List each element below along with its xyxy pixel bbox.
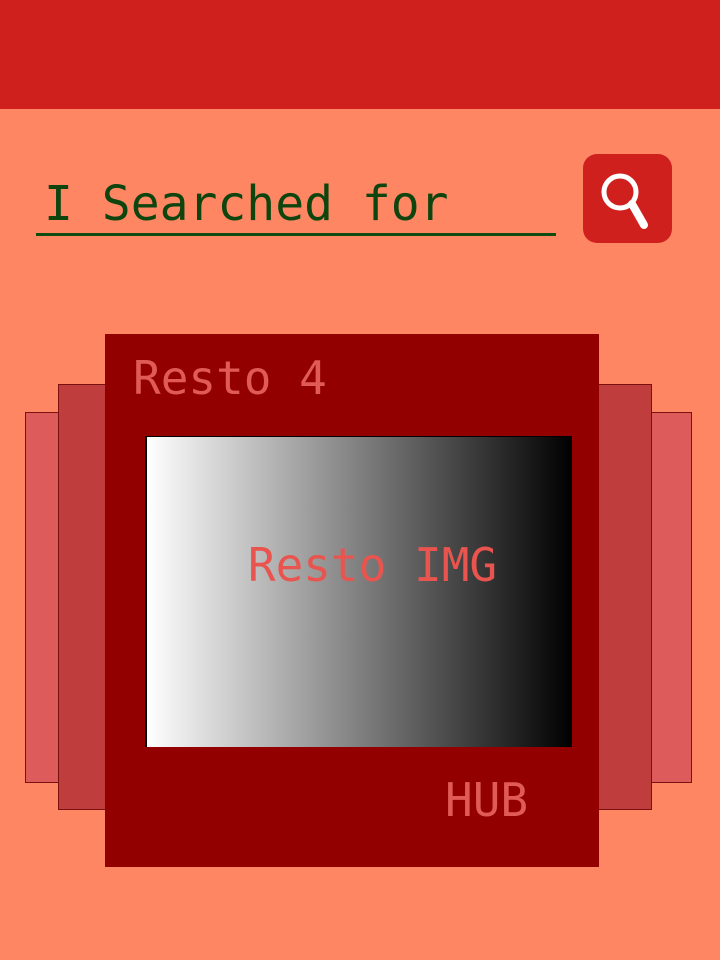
restaurant-card[interactable]: Resto 4 Resto IMG HUB (105, 334, 599, 867)
card-title: Resto 4 (133, 351, 327, 405)
restaurant-image: Resto IMG (145, 436, 572, 747)
search-text: I Searched for (44, 176, 449, 232)
carousel-card-right-near[interactable] (598, 384, 652, 810)
search-icon (601, 173, 648, 229)
card-footer-label: HUB (445, 773, 529, 827)
search-field[interactable]: I Searched for (36, 172, 556, 236)
search-button[interactable] (583, 154, 672, 243)
image-label: Resto IMG (247, 538, 498, 592)
top-bar (0, 0, 720, 109)
